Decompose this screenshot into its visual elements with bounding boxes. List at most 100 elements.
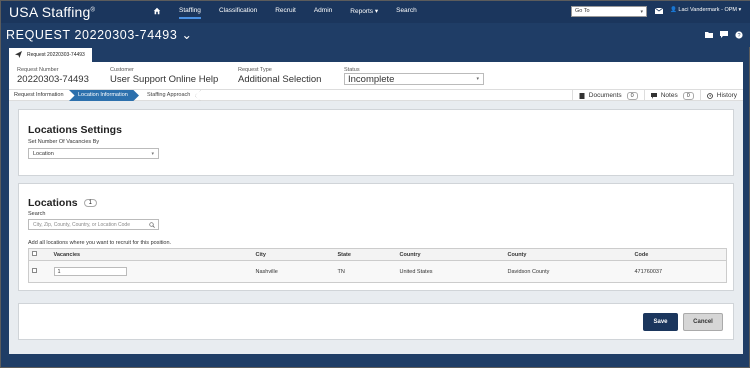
chevron-down-icon: ▾ [151, 151, 154, 157]
notes-count: 0 [682, 91, 694, 100]
select-all-cell [29, 249, 51, 261]
locations-helper-text: Add all locations where you want to recr… [28, 240, 172, 246]
request-tab[interactable]: Request 20220303-74493 [9, 48, 92, 62]
request-title-text: REQUEST 20220303-74493 [6, 28, 178, 42]
nav-item-search[interactable]: Search [396, 7, 417, 15]
request-number-field: Request Number 20220303-74493 [17, 67, 89, 85]
mail-icon[interactable] [655, 8, 663, 14]
user-name: Laci Vandermark - OPM [678, 7, 737, 13]
city-cell: Nashville [255, 268, 278, 275]
documents-button[interactable]: Documents 0 [571, 90, 644, 101]
chevron-down-icon: ▾ [374, 8, 379, 15]
user-menu[interactable]: 👤 Laci Vandermark - OPM ▾ [670, 7, 741, 13]
logo-mark: ® [90, 7, 96, 14]
locations-count-badge: 1 [83, 199, 97, 208]
search-label: Search [28, 211, 46, 217]
nav-item-reports[interactable]: Reports ▾ [350, 7, 378, 15]
status-select[interactable]: Incomplete ▾ [344, 73, 484, 85]
customer-value: User Support Online Help [110, 74, 219, 85]
column-city[interactable]: City [253, 249, 335, 261]
step-location-information[interactable]: Location Information [69, 90, 139, 101]
search-placeholder: City, Zip, County, Country, or Location … [33, 222, 130, 228]
logo-text: USA Staffing [9, 4, 91, 20]
nav-item-classification[interactable]: Classification [219, 7, 257, 15]
workflow-tools: Documents 0 Notes 0 History [571, 90, 743, 101]
request-number-value: 20220303-74493 [17, 74, 89, 85]
actions-card: Save Cancel [18, 303, 734, 340]
nav-item-reports-label: Reports [350, 8, 374, 15]
column-county[interactable]: County [505, 249, 632, 261]
chevron-down-icon: ⌄ [181, 28, 193, 42]
chevron-down-icon: ▾ [476, 76, 479, 82]
request-header: REQUEST 20220303-74493 ⌄ ? [1, 23, 750, 47]
locations-settings-title: Locations Settings [28, 124, 122, 136]
goto-input[interactable]: Go To ▾ [571, 6, 647, 17]
country-cell: United States [399, 268, 433, 275]
vacancies-by-value: Location [33, 151, 54, 157]
history-button[interactable]: History [699, 90, 743, 101]
row-checkbox[interactable] [32, 268, 37, 273]
comment-icon[interactable] [720, 31, 728, 38]
help-icon[interactable]: ? [735, 31, 743, 39]
chevron-down-icon: ▾ [640, 9, 643, 15]
save-button[interactable]: Save [643, 313, 678, 331]
request-tab-label: Request 20220303-74493 [27, 52, 85, 58]
vacancies-by-select[interactable]: Location ▾ [28, 148, 159, 159]
nav-item-staffing[interactable]: Staffing [179, 7, 201, 19]
county-cell: Davidson County [507, 268, 550, 275]
user-icon: 👤 [670, 7, 677, 13]
documents-label: Documents [588, 92, 622, 99]
request-actions: ? [705, 31, 743, 39]
code-cell: 471760037 [634, 268, 663, 275]
locations-title-text: Locations [28, 197, 78, 209]
top-nav: USA Staffing® Staffing Classification Re… [1, 1, 750, 23]
vacancies-input[interactable]: 1 [53, 267, 127, 276]
request-number-label: Request Number [17, 67, 59, 73]
status-value: Incomplete [348, 74, 395, 85]
column-code[interactable]: Code [632, 249, 727, 261]
locations-title: Locations 1 [28, 197, 97, 209]
document-icon [579, 92, 585, 99]
svg-text:?: ? [737, 33, 740, 39]
locations-settings-card: Locations Settings Set Number Of Vacanci… [18, 109, 734, 176]
state-cell: TN [337, 268, 345, 275]
select-all-checkbox[interactable] [32, 251, 37, 256]
comment-icon [650, 92, 657, 99]
chevron-down-icon: ▾ [738, 7, 742, 13]
app-logo[interactable]: USA Staffing® [9, 4, 95, 20]
nav-item-admin[interactable]: Admin [314, 7, 332, 15]
locations-card: Locations 1 Search City, Zip, County, Cou… [18, 183, 734, 291]
vacancies-cell: 1 [51, 261, 253, 283]
request-type-label: Request Type [238, 67, 272, 73]
row-select-cell [29, 261, 51, 283]
request-type-value: Additional Selection [238, 74, 322, 85]
vacancies-by-label: Set Number Of Vacancies By [28, 139, 100, 145]
home-icon[interactable] [153, 7, 161, 15]
request-title[interactable]: REQUEST 20220303-74493 ⌄ [6, 27, 193, 42]
request-type-field: Request Type Additional Selection [238, 67, 321, 85]
search-icon [149, 222, 155, 228]
history-label: History [716, 92, 737, 99]
notes-button[interactable]: Notes 0 [643, 90, 700, 101]
folder-icon[interactable] [705, 31, 713, 38]
table-header-row: Vacancies City State Country County Code [28, 248, 727, 261]
step-staffing-approach[interactable]: Staffing Approach [137, 90, 201, 101]
customer-label: Customer [110, 67, 134, 73]
documents-count: 0 [626, 91, 638, 100]
paper-plane-icon [15, 51, 22, 58]
history-icon [706, 92, 713, 99]
app-frame: USA Staffing® Staffing Classification Re… [0, 0, 750, 368]
notes-label: Notes [660, 92, 678, 99]
locations-table: Vacancies City State Country County Code… [28, 248, 727, 283]
location-search-input[interactable]: City, Zip, County, Country, or Location … [28, 219, 159, 230]
column-state[interactable]: State [335, 249, 397, 261]
nav-menu: Staffing Classification Recruit Admin Re… [153, 7, 435, 19]
workflow-bar: Request Information Location Information… [9, 89, 743, 101]
column-country[interactable]: Country [397, 249, 505, 261]
main-content: Locations Settings Set Number Of Vacanci… [9, 101, 743, 354]
request-info-panel: Request Number 20220303-74493 Customer U… [9, 62, 743, 89]
column-vacancies[interactable]: Vacancies [51, 249, 253, 261]
step-request-information[interactable]: Request Information [9, 90, 69, 101]
cancel-button[interactable]: Cancel [683, 313, 723, 331]
nav-item-recruit[interactable]: Recruit [275, 7, 296, 15]
